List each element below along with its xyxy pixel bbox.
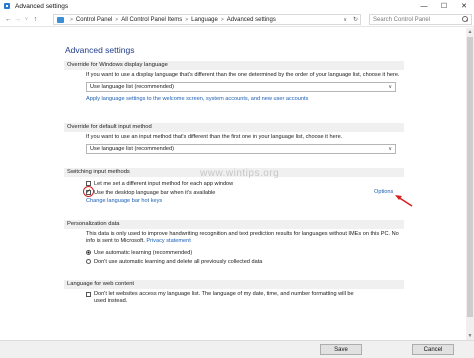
radio-label: Don't use automatic learning and delete … — [94, 258, 263, 265]
section-display-language: Override for Windows display language If… — [64, 61, 404, 103]
watermark-text: www.wintips.org — [200, 168, 280, 179]
display-language-select[interactable]: Use language list (recommended) ∨ — [86, 82, 396, 92]
up-arrow-icon[interactable]: ↑ — [31, 13, 40, 25]
description-text: This data is only used to improve handwr… — [86, 231, 399, 244]
section-header: Personalization data — [64, 220, 404, 229]
breadcrumb-advanced-settings[interactable]: Advanced settings — [227, 17, 276, 23]
breadcrumb-separator: > — [70, 16, 73, 23]
chevron-down-icon: ∨ — [388, 84, 392, 90]
cancel-button[interactable]: Cancel — [412, 344, 454, 355]
radio-label: Use automatic learning (recommended) — [94, 249, 193, 256]
checkbox-label: Don't let websites access my language li… — [94, 291, 354, 304]
breadcrumb-control-panel[interactable]: Control Panel — [76, 17, 112, 23]
no-learning-radio[interactable] — [86, 259, 91, 264]
window-title: Advanced settings — [15, 2, 69, 10]
save-button[interactable]: Save — [320, 344, 362, 355]
vertical-scrollbar[interactable]: ▲ ▼ — [466, 28, 474, 340]
web-language-checkbox-row[interactable]: Don't let websites access my language li… — [64, 291, 404, 305]
automatic-learning-radio-row[interactable]: Use automatic learning (recommended) — [64, 248, 404, 257]
per-app-input-checkbox-row[interactable]: Let me set a different input method for … — [64, 179, 404, 188]
maximize-button[interactable]: ☐ — [434, 0, 454, 12]
forward-arrow-icon[interactable]: → — [13, 13, 22, 25]
control-panel-icon — [3, 2, 11, 10]
chevron-down-icon: ∨ — [388, 146, 392, 152]
page-title: Advanced settings — [65, 45, 135, 55]
section-header: Language for web content — [64, 280, 404, 289]
close-button[interactable]: ✕ — [454, 0, 474, 12]
search-placeholder: Search Control Panel — [373, 16, 431, 23]
window-controls: — ☐ ✕ — [414, 0, 474, 12]
input-method-select[interactable]: Use language list (recommended) ∨ — [86, 144, 396, 154]
scroll-up-icon[interactable]: ▲ — [466, 28, 474, 36]
search-icon — [462, 16, 468, 22]
address-dropdown-icon[interactable]: ∨ — [343, 15, 347, 24]
desktop-language-bar-checkbox-row[interactable]: Use the desktop language bar when it's a… — [64, 186, 413, 207]
breadcrumb-separator: > — [185, 16, 189, 23]
recent-dropdown-icon[interactable]: ∨ — [22, 13, 31, 25]
checkbox-label: Use the desktop language bar when it's a… — [94, 189, 216, 196]
automatic-learning-radio[interactable] — [86, 250, 91, 255]
back-arrow-icon[interactable]: ← — [4, 13, 13, 25]
web-language-checkbox[interactable] — [86, 292, 91, 297]
section-description: If you want to use an input method that'… — [86, 134, 343, 140]
breadcrumb-separator: > — [115, 16, 119, 23]
select-value: Use language list (recommended) — [90, 146, 174, 152]
main-content: Advanced settings Override for Windows d… — [0, 28, 466, 340]
options-link[interactable]: Options — [374, 189, 393, 195]
address-bar[interactable]: > Control Panel > All Control Panel Item… — [53, 14, 361, 25]
scroll-down-icon[interactable]: ▼ — [466, 332, 474, 340]
red-arrow-annotation — [395, 195, 413, 207]
no-learning-radio-row[interactable]: Don't use automatic learning and delete … — [64, 257, 404, 266]
breadcrumb-all-items[interactable]: All Control Panel Items — [121, 17, 182, 23]
desktop-language-bar-checkbox[interactable] — [86, 188, 91, 195]
scroll-thumb[interactable] — [467, 37, 473, 317]
section-input-method: Override for default input method If you… — [64, 123, 404, 154]
section-header: Override for default input method — [64, 123, 404, 132]
privacy-statement-link[interactable]: Privacy statement — [146, 238, 190, 244]
section-description: This data is only used to improve handwr… — [64, 231, 404, 245]
section-description: If you want to use a display language th… — [86, 72, 400, 78]
change-hotkeys-link[interactable]: Change language bar hot keys — [64, 198, 404, 205]
navigation-bar: ← → ∨ ↑ > Control Panel > All Control Pa… — [0, 12, 474, 27]
breadcrumb-language[interactable]: Language — [191, 17, 218, 23]
section-personalization: Personalization data This data is only u… — [64, 220, 404, 266]
section-web-content: Language for web content Don't let websi… — [64, 280, 404, 305]
apply-language-settings-link[interactable]: Apply language settings to the welcome s… — [64, 96, 404, 103]
search-input[interactable]: Search Control Panel — [369, 14, 472, 25]
minimize-button[interactable]: — — [414, 0, 434, 12]
checkbox-label: Let me set a different input method for … — [94, 180, 234, 187]
control-panel-icon — [57, 16, 64, 23]
breadcrumb-separator: > — [220, 16, 224, 23]
title-bar: Advanced settings — ☐ ✕ — [0, 0, 474, 12]
select-value: Use language list (recommended) — [90, 84, 174, 90]
refresh-icon[interactable]: ↻ — [353, 15, 358, 24]
section-header: Override for Windows display language — [64, 61, 404, 70]
footer-bar: Save Cancel — [0, 340, 474, 358]
